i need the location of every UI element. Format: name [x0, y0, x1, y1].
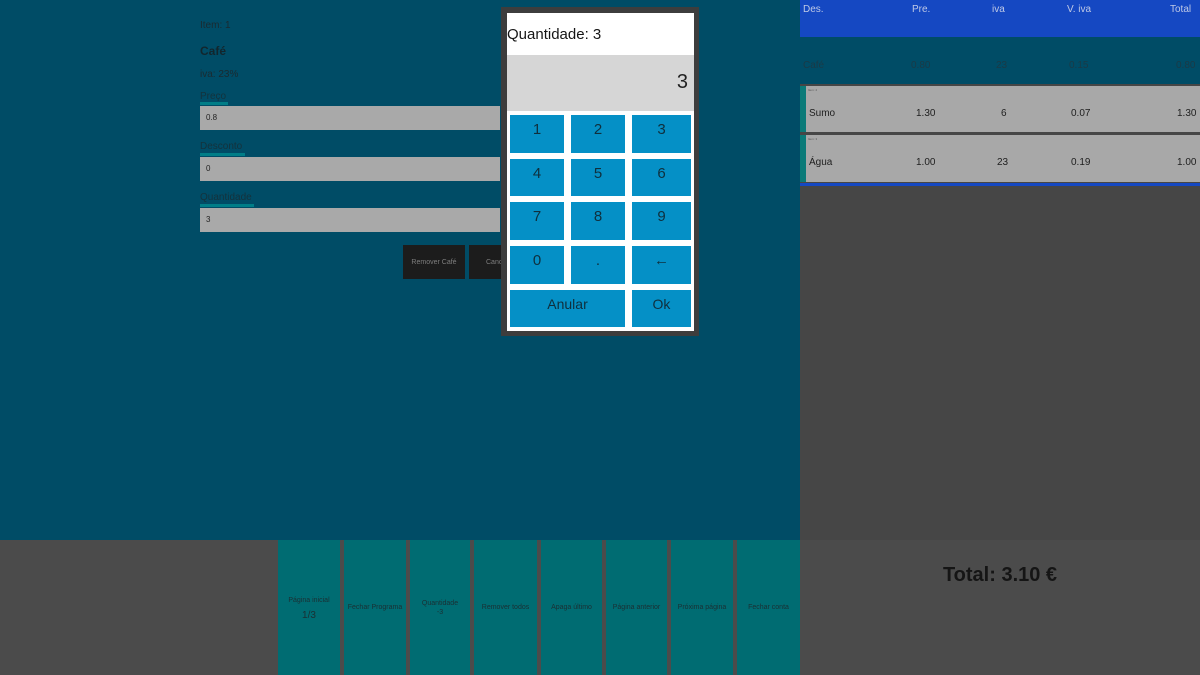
- close-program-label: Fechar Programa: [347, 604, 403, 611]
- quantity-input[interactable]: 3: [200, 208, 500, 232]
- key-6[interactable]: 6: [632, 159, 691, 196]
- cell-description: Água: [809, 157, 833, 168]
- close-program-button[interactable]: Fechar Programa: [344, 540, 406, 675]
- quantity-keypad-dialog: Quantidade: 3 3 1 2 3 4 5 6 7 8 9 0 . ← …: [501, 7, 699, 336]
- key-0[interactable]: 0: [510, 246, 564, 284]
- previous-page-button[interactable]: Página anterior: [606, 540, 667, 675]
- column-header-price: Pre.: [912, 4, 931, 15]
- quantity-button-label: Quantidade: [421, 599, 459, 607]
- delete-last-label: Apaga último: [551, 604, 592, 611]
- cell-iva-value: 0.15: [1069, 60, 1089, 71]
- key-3[interactable]: 3: [632, 115, 691, 153]
- page-indicator: 1/3: [302, 609, 316, 621]
- key-decimal[interactable]: .: [571, 246, 625, 284]
- cell-total: 1.30: [1177, 108, 1197, 119]
- column-header-iva-value: V. iva: [1067, 4, 1092, 15]
- cell-price: 0.80: [911, 60, 931, 71]
- remove-all-label: Remover todos: [481, 604, 530, 611]
- quantity-button[interactable]: Quantidade -3: [410, 540, 470, 675]
- remove-all-button[interactable]: Remover todos: [474, 540, 537, 675]
- table-row[interactable]: Item: 3 Água 1.00 23 0.19 1.00: [800, 135, 1200, 182]
- cell-iva: 23: [997, 157, 1009, 168]
- table-header: Des. Pre. iva V. iva Total: [800, 0, 1200, 37]
- product-name: Café: [200, 44, 227, 58]
- keypad-title: Quantidade: 3: [507, 26, 602, 43]
- row-accent: [800, 135, 806, 182]
- next-page-button[interactable]: Próxima página: [671, 540, 733, 675]
- keypad-dialog-body: Quantidade: 3 3 1 2 3 4 5 6 7 8 9 0 . ← …: [507, 13, 694, 331]
- cell-total: 0.80: [1176, 60, 1196, 71]
- key-7[interactable]: 7: [510, 202, 564, 240]
- cell-price: 1.30: [916, 108, 936, 119]
- next-page-label: Próxima página: [677, 604, 727, 611]
- cell-description: Sumo: [809, 108, 836, 119]
- quantity-label-underline: [200, 204, 254, 207]
- cancel-button[interactable]: Canc: [469, 245, 502, 279]
- keypad-ok-button[interactable]: Ok: [632, 290, 691, 327]
- row-accent: [800, 86, 806, 132]
- previous-page-label: Página anterior: [612, 604, 661, 611]
- column-header-description: Des.: [803, 4, 824, 15]
- key-9[interactable]: 9: [632, 202, 691, 240]
- discount-label: Desconto: [200, 141, 243, 152]
- price-label: Preço: [200, 91, 227, 102]
- close-bill-button[interactable]: Fechar conta: [737, 540, 800, 675]
- cell-total: 1.00: [1177, 157, 1197, 168]
- price-input[interactable]: 0.8: [200, 106, 500, 130]
- backspace-icon[interactable]: ←: [632, 246, 691, 284]
- table-row[interactable]: Item: 2 Sumo 1.30 6 0.07 1.30: [800, 86, 1200, 132]
- quantity-label: Quantidade: [200, 192, 252, 203]
- column-header-total: Total: [1170, 4, 1192, 15]
- table-row[interactable]: Café 0.80 23 0.15 0.80: [800, 37, 1200, 84]
- close-bill-label: Fechar conta: [748, 604, 789, 611]
- quantity-button-value: -3: [436, 608, 444, 616]
- cell-price: 1.00: [916, 157, 936, 168]
- item-number-label: Item: 1: [200, 20, 231, 31]
- key-5[interactable]: 5: [571, 159, 625, 196]
- keypad-display: 3: [507, 55, 694, 111]
- row-item-tag: Item: 3: [808, 137, 818, 141]
- delete-last-button[interactable]: Apaga último: [541, 540, 602, 675]
- discount-label-underline: [200, 153, 245, 156]
- order-total: Total: 3.10 €: [942, 564, 1058, 586]
- key-1[interactable]: 1: [510, 115, 564, 153]
- first-page-button[interactable]: Página inicial 1/3: [278, 540, 340, 675]
- bottom-toolbar: Página inicial 1/3 Fechar Programa Quant…: [0, 540, 1200, 675]
- discount-input[interactable]: 0: [200, 157, 500, 181]
- first-page-label: Página inicial: [288, 596, 330, 604]
- keypad-cancel-button[interactable]: Anular: [510, 290, 625, 327]
- column-header-iva: iva: [992, 4, 1005, 15]
- price-label-underline: [200, 102, 228, 105]
- cell-iva: 6: [1001, 108, 1007, 119]
- key-4[interactable]: 4: [510, 159, 564, 196]
- total-area: Total: 3.10 €: [800, 540, 1200, 675]
- remove-item-button[interactable]: Remover Café: [403, 245, 465, 279]
- cell-description: Café: [803, 60, 825, 71]
- cell-iva-value: 0.19: [1071, 157, 1091, 168]
- cell-iva: 23: [996, 60, 1008, 71]
- key-8[interactable]: 8: [571, 202, 625, 240]
- row-item-tag: Item: 2: [808, 88, 818, 92]
- key-2[interactable]: 2: [571, 115, 625, 153]
- bottom-left-spacer: [0, 540, 278, 675]
- order-table-panel: Des. Pre. iva V. iva Total Café 0.80 23 …: [800, 0, 1200, 540]
- cell-iva-value: 0.07: [1071, 108, 1091, 119]
- table-end-divider: [800, 183, 1200, 186]
- iva-rate-label: iva: 23%: [200, 69, 239, 80]
